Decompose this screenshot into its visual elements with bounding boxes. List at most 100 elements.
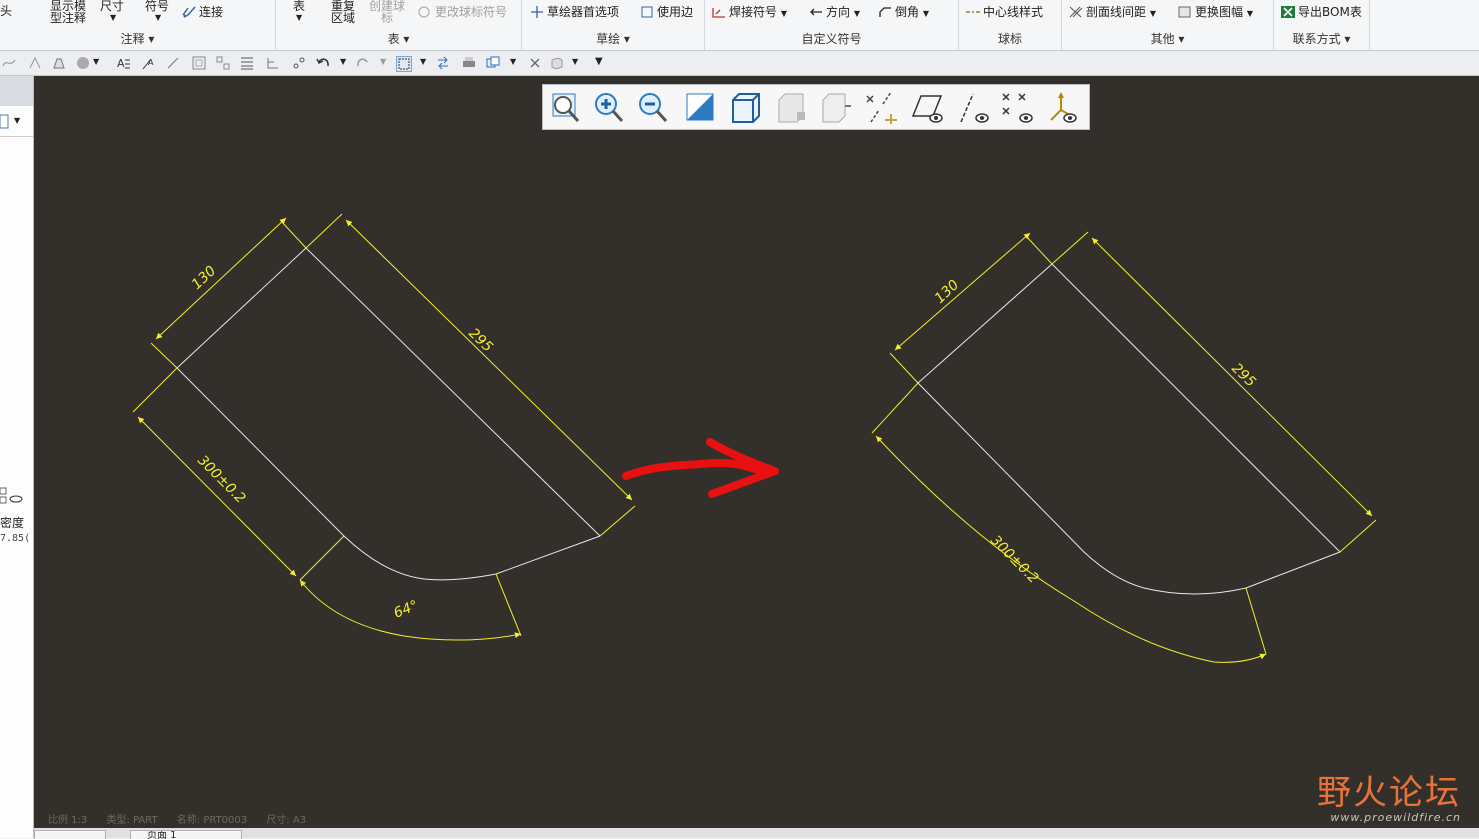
print-icon[interactable] [462,56,476,70]
panel-header [0,76,33,106]
toolbar-customize-icon[interactable]: ▼ [595,56,603,67]
sketcher-prefs-icon [531,6,543,18]
text-style-icon[interactable]: A [116,56,130,70]
transition-arrow [622,438,779,498]
weld-label: 焊接符号 [729,5,778,19]
table-grid-icon[interactable] [240,56,254,70]
before-dim-bottom[interactable]: 300±0.2 [194,453,248,507]
table-dropdown-icon[interactable]: ▼ [296,12,305,24]
sphere-icon[interactable] [76,56,90,70]
panel-dropdown-icon[interactable]: ▼ [14,116,20,125]
use-edge-icon [641,6,653,18]
sketch-chain-icon[interactable] [28,56,42,70]
model-tree-panel: ▼ 密度 7.85( [0,76,34,838]
create-balloon-line2: 标 [381,11,394,25]
before-part-outline [176,247,601,581]
regenerate-icon[interactable] [436,56,450,70]
show-model-annotations-button[interactable]: 显示模 型注释 [50,0,86,24]
before-dim-angle[interactable]: 64° [392,598,421,622]
undo-dropdown-icon[interactable]: ▼ [340,57,346,66]
change-balloon-button[interactable]: 更改球标符号 [418,6,507,18]
status-scale: 比例 1:3 [48,815,88,826]
status-size: 尺寸: A3 [266,815,307,826]
contact-group-label[interactable]: 联系方式 ▾ [1274,30,1369,47]
close-window-icon[interactable] [528,56,542,70]
weld-symbol-button[interactable]: 焊接符号 ▼ [712,6,787,20]
after-view[interactable]: 130 295 300±0.2 [871,231,1377,663]
direction-button[interactable]: 方向 ▼ [809,6,860,20]
hatch-icon [1069,6,1083,18]
repeat-region-button[interactable]: 重复 区域 [331,0,355,24]
table-group-label[interactable]: 表 ▾ [276,30,521,47]
graphics-toolbar: ▼ A A ▼ ▼ ▼ ▼ ▼ ▼ [0,51,1479,76]
frame-icon[interactable] [192,56,206,70]
chamfer-label: 倒角 [895,5,920,19]
model-dropdown-icon[interactable]: ▼ [572,57,578,66]
create-balloon-button[interactable]: 创建球 标 [369,0,405,24]
sketch-group-label[interactable]: 草绘 ▾ [522,30,704,47]
balloon-group-label[interactable]: 球标 [959,30,1061,47]
export-bom-button[interactable]: 导出BOM表 [1281,6,1362,18]
annotate-group: 头 显示模 型注释 尺寸 ▼ 符号 ▼ 连接 注释 ▾ [0,0,276,50]
symbol-dropdown-icon[interactable]: ▼ [155,12,169,24]
panel-doc-icon[interactable] [0,114,10,130]
replace-sheet-dropdown-icon[interactable]: ▼ [1247,9,1253,18]
fill-icon[interactable] [52,56,66,70]
chamfer-dropdown-icon[interactable]: ▼ [923,9,929,18]
table-button[interactable]: 表 ▼ [293,0,305,24]
watermark-url: www.proewildfire.cn [1330,811,1461,824]
hatch-dropdown-icon[interactable]: ▼ [1150,9,1156,18]
hatch-spacing-button[interactable]: 剖面线间距 ▼ [1069,6,1156,20]
windows-dropdown-icon[interactable]: ▼ [510,57,516,66]
ordinate-icon[interactable] [292,56,306,70]
custom-symbol-group-label[interactable]: 自定义符号 [705,30,958,47]
after-part-outline [917,263,1341,595]
chamfer-icon [879,7,891,17]
excel-icon [1281,6,1295,18]
before-view[interactable]: 130 295 300±0.2 64° [132,213,636,641]
after-dim-width[interactable]: 130 [932,277,963,307]
custom-symbol-group: 焊接符号 ▼ 方向 ▼ 倒角 ▼ 自定义符号 [705,0,959,50]
centerline-style-button[interactable]: 中心线样式 [966,6,1043,18]
box-select-icon[interactable] [396,56,412,72]
use-edge-label: 使用边 [657,5,694,19]
replace-sheet-button[interactable]: 更换图幅 ▼ [1178,6,1253,20]
redo-icon[interactable] [356,56,370,70]
direction-dropdown-icon[interactable]: ▼ [854,9,860,18]
redo-dropdown-icon[interactable]: ▼ [380,57,386,66]
centerline-label: 中心线样式 [983,5,1044,19]
after-dim-bottom[interactable]: 300±0.2 [987,533,1041,587]
sketch-prefs-label: 草绘器首选项 [547,5,620,19]
use-edge-button[interactable]: 使用边 [640,6,693,18]
hatch-spacing-label: 剖面线间距 [1086,5,1147,19]
sphere-dropdown-icon[interactable]: ▼ [93,57,99,66]
connect-button[interactable]: 连接 [182,6,223,18]
select-dropdown-icon[interactable]: ▼ [420,57,426,66]
sketcher-prefs-button[interactable]: 草绘器首选项 [530,6,619,18]
dimension-button[interactable]: 尺寸 ▼ [100,0,124,24]
other-group: 剖面线间距 ▼ 更换图幅 ▼ 其他 ▾ [1062,0,1274,50]
text-angle-icon[interactable]: A [142,56,156,70]
before-dim-length[interactable]: 295 [465,325,495,355]
dimension-dropdown-icon[interactable]: ▼ [110,12,124,24]
drawing-canvas[interactable]: 130 295 300±0.2 64° 130 295 300±0.2 比例 1… [34,76,1479,828]
export-bom-label: 导出BOM表 [1298,5,1362,19]
dimension-grid-icon[interactable] [266,56,280,70]
head-fragment-label: 头 [0,4,13,18]
status-name: 名称: PRT0003 [176,815,248,826]
weld-dropdown-icon[interactable]: ▼ [781,9,787,18]
centerline-icon [966,11,980,13]
chamfer-button[interactable]: 倒角 ▼ [878,6,929,20]
property-icon[interactable] [0,486,24,506]
spline-icon[interactable] [2,56,16,70]
leader-icon[interactable] [166,56,180,70]
other-group-label[interactable]: 其他 ▾ [1062,30,1273,47]
group-icon[interactable] [216,56,230,70]
model-icon[interactable] [550,56,564,70]
undo-icon[interactable] [316,56,330,70]
after-dim-length[interactable]: 295 [1228,360,1258,390]
before-dim-width[interactable]: 130 [189,263,220,293]
windows-icon[interactable] [486,56,500,70]
symbol-button[interactable]: 符号 ▼ [145,0,169,24]
annotate-group-label[interactable]: 注释 ▾ [0,30,275,47]
